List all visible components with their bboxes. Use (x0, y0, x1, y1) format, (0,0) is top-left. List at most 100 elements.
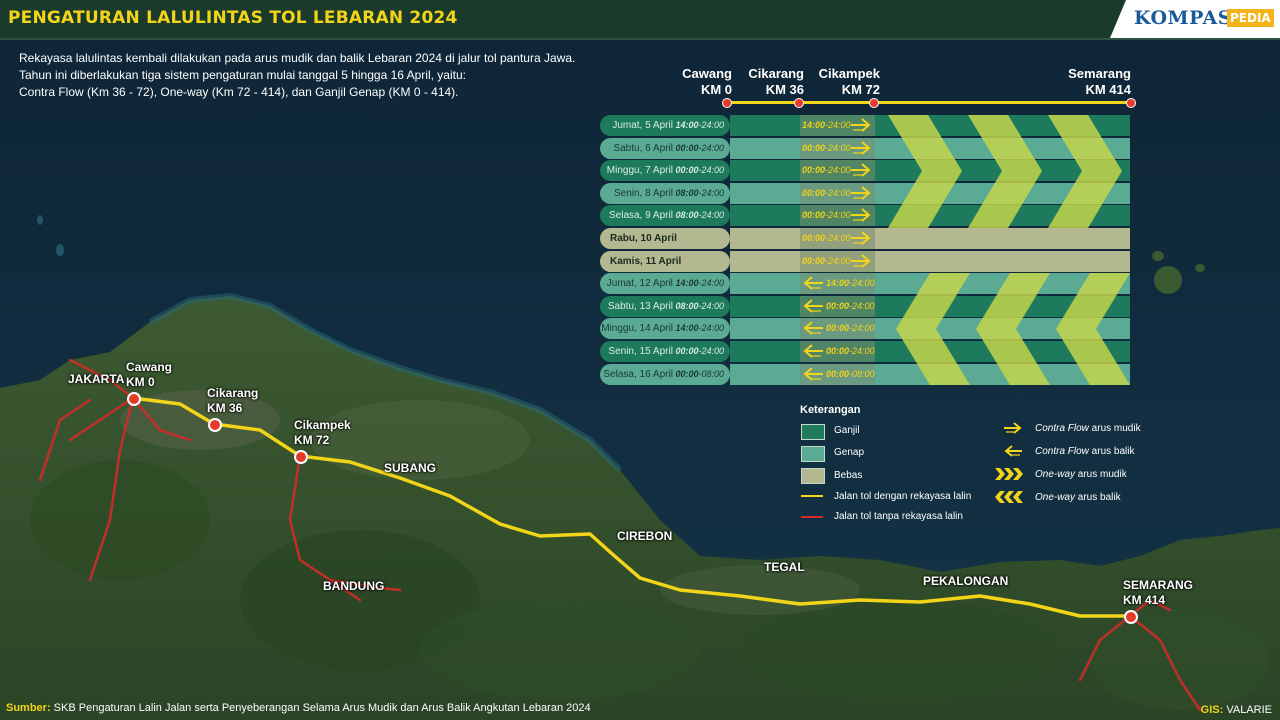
schedule-time-start: 00:00 (675, 165, 699, 176)
schedule-time: 00:00-08:00 (673, 369, 724, 379)
contra-flow-mudik-icon (851, 231, 871, 245)
schedule-day-pill: Rabu, 10 April (600, 228, 730, 249)
gis-text: VALARIE (1223, 704, 1272, 716)
map-label-semarang-name: SEMARANG (1123, 578, 1194, 592)
schedule-time-end: -24:00 (698, 187, 724, 198)
schedule-time: 00:00-24:00 (673, 346, 724, 356)
schedule-day-pill: Kamis, 11 April (600, 250, 730, 272)
legend-bebas: Bebas (834, 470, 863, 481)
city-marker-cawang (127, 392, 141, 406)
schedule-day-pill: Selasa, 9 April 08:00-24:00 (600, 205, 730, 227)
km-scale-line (725, 101, 1130, 104)
map-label-cikarang-name: Cikarang (207, 386, 259, 400)
km-marker-cikampek: Cikampek KM 72 (810, 66, 880, 98)
contra-flow-time-start: 00:00 (802, 210, 826, 221)
schedule-day: Selasa, 16 April (603, 368, 673, 380)
contra-flow-time: 00:00-24:00 (802, 160, 851, 181)
schedule-day: Sabtu, 13 April (607, 300, 673, 312)
map-label-bandung: BANDUNG (323, 579, 385, 593)
schedule-time: 14:00-24:00 (673, 120, 724, 130)
intro-line: Tahun ini diberlakukan tiga sistem penga… (19, 68, 466, 82)
contra-flow-balik-icon (803, 299, 823, 313)
contra-flow-time-end: -24:00 (825, 187, 851, 198)
contra-flow-time-start: 00:00 (802, 233, 826, 243)
km-marker-km: KM 414 (1085, 82, 1131, 97)
schedule-time-end: -24:00 (698, 120, 724, 130)
km-marker-name: Cawang (682, 66, 732, 81)
legend-ow-balik-text: arus balik (1075, 492, 1121, 503)
schedule-day: Kamis, 11 April (610, 255, 682, 267)
contra-flow-mudik-icon (851, 253, 871, 268)
contra-flow-balik-icon (803, 344, 823, 358)
contra-flow-mudik-icon (851, 140, 871, 155)
km-dot (869, 98, 879, 108)
legend-title: Keterangan (800, 404, 861, 416)
schedule-day: Selasa, 9 April (608, 210, 673, 222)
map-label-semarang-km: KM 414 (1123, 593, 1166, 607)
schedule-time: 14:00-24:00 (673, 278, 724, 288)
legend-cf-mudik-italic: Contra Flow (1035, 423, 1089, 434)
schedule-day-pill: Jumat, 5 April 14:00-24:00 (600, 115, 730, 136)
legend-ow-balik: One-way arus balik (1035, 492, 1121, 503)
contra-flow-time-start: 00:00 (826, 346, 850, 356)
contra-flow-time-end: -24:00 (849, 323, 875, 334)
map-label-cikarang-km: KM 36 (207, 401, 243, 415)
map-label-cikarang: Cikarang KM 36 (207, 386, 258, 416)
contra-flow-time-start: 00:00 (802, 165, 826, 176)
contra-flow-time: 00:00-24:00 (802, 228, 851, 249)
contra-flow-time-start: 00:00 (802, 187, 826, 198)
contra-flow-time: 14:00-24:00 (802, 115, 851, 136)
map-label-cawang-name: Cawang (126, 360, 173, 374)
schedule-day: Rabu, 10 April (610, 233, 677, 244)
legend-swatch-genap (801, 446, 825, 462)
schedule-time-start: 08:00 (675, 300, 699, 311)
header-bar: PENGATURAN LALULINTAS TOL LEBARAN 2024 K… (0, 0, 1280, 40)
logo-badge: PEDIA (1227, 9, 1274, 27)
schedule-day-pill: Selasa, 16 April 00:00-08:00 (600, 363, 730, 385)
km-marker-name: Semarang (1068, 66, 1131, 81)
legend-genap: Genap (834, 447, 865, 458)
contra-flow-time-end: -08:00 (849, 368, 875, 379)
km-dot (794, 98, 804, 108)
contra-flow-mudik-icon (851, 163, 871, 177)
contra-flow-time-end: -24:00 (825, 210, 851, 221)
schedule-day: Minggu, 7 April (606, 165, 673, 177)
legend-cf-mudik: Contra Flow arus mudik (1035, 423, 1141, 434)
contra-flow-balik-icon (803, 321, 823, 336)
schedule-time-end: -24:00 (698, 165, 724, 176)
schedule-day-pill: Minggu, 7 April 00:00-24:00 (600, 160, 730, 182)
schedule-time-start: 00:00 (675, 346, 699, 356)
km-marker-km: KM 36 (765, 82, 804, 97)
legend-cf-balik: Contra Flow arus balik (1035, 446, 1134, 457)
contra-flow-time-start: 14:00 (826, 278, 850, 289)
map-label-cawang: Cawang KM 0 (126, 360, 172, 390)
km-marker-semarang: Semarang KM 414 (1050, 66, 1131, 98)
legend-swatch-ganjil (801, 424, 825, 440)
contra-flow-mudik-icon (851, 208, 871, 223)
source-credit: Sumber: SKB Pengaturan Lalin Jalan serta… (6, 702, 591, 714)
contra-flow-time-end: -24:00 (825, 255, 851, 266)
legend-road-no: Jalan tol tanpa rekayasa lalin (834, 511, 963, 522)
contra-flow-time-end: -24:00 (825, 165, 851, 176)
one-way-mudik-chevrons (888, 115, 1122, 228)
schedule-time: 08:00-24:00 (673, 301, 724, 311)
contra-flow-time: 00:00-24:00 (826, 296, 875, 317)
contra-flow-time: 00:00-24:00 (826, 318, 875, 339)
map-label-cirebon: CIREBON (617, 529, 673, 543)
source-label: Sumber: (6, 702, 51, 714)
contra-flow-time: 14:00-24:00 (826, 273, 875, 294)
contra-flow-balik-icon (1004, 445, 1022, 457)
schedule-day-pill: Senin, 8 April 08:00-24:00 (600, 182, 730, 204)
contra-flow-balik-icon (803, 276, 823, 290)
schedule-day-pill: Minggu, 14 April 14:00-24:00 (600, 318, 730, 340)
contra-flow-time-end: -24:00 (825, 142, 851, 153)
one-way-mudik-icon (995, 468, 1023, 480)
schedule-time-start: 00:00 (675, 368, 699, 379)
contra-flow-time-start: 00:00 (826, 300, 850, 311)
schedule-day-pill: Senin, 15 April 00:00-24:00 (600, 341, 730, 362)
contra-flow-time: 00:00-24:00 (802, 251, 851, 272)
km-dot (722, 98, 732, 108)
legend-cf-mudik-text: arus mudik (1088, 423, 1141, 434)
contra-flow-time-end: -24:00 (849, 278, 875, 289)
schedule-day: Sabtu, 6 April (613, 142, 673, 154)
